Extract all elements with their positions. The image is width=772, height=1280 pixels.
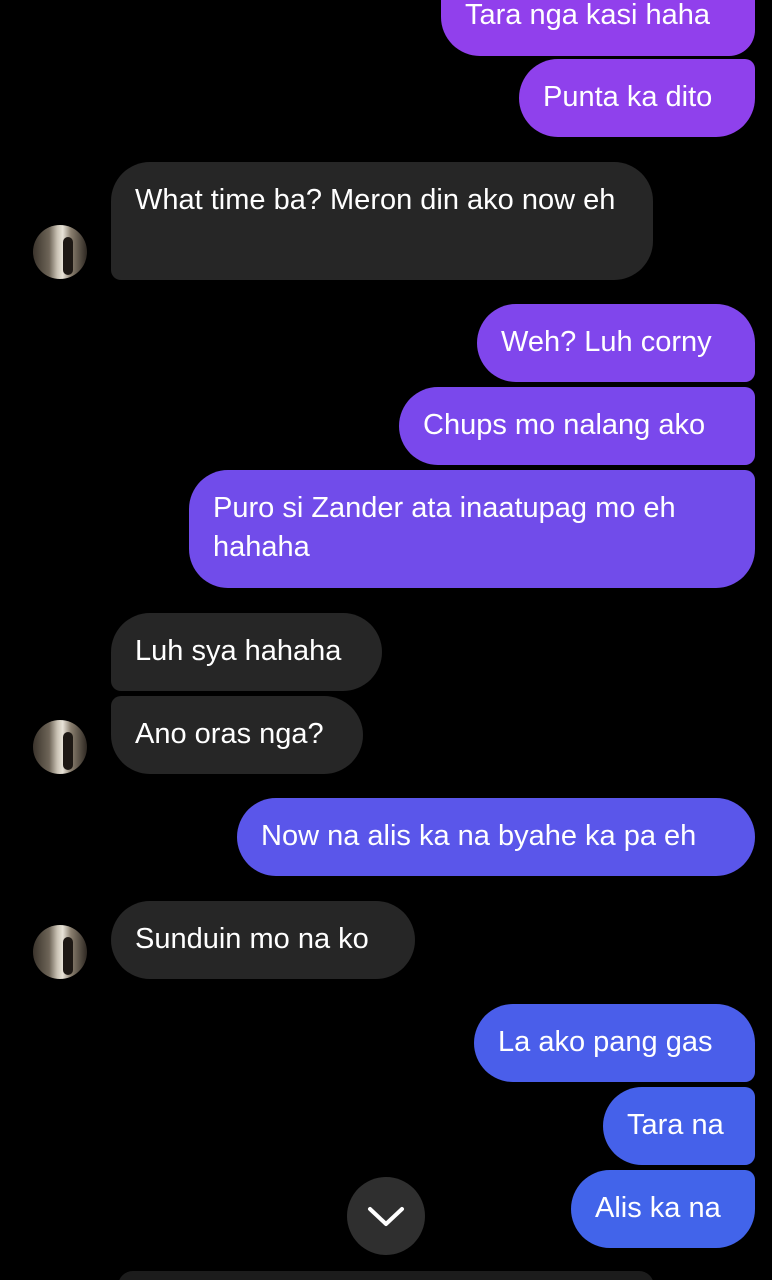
chevron-down-icon — [368, 1207, 404, 1226]
message-bubble-incoming[interactable]: Ano oras nga? — [111, 696, 363, 774]
message-bubble-outgoing[interactable]: Weh? Luh corny — [477, 304, 755, 382]
message-bubble-incoming[interactable]: Sunduin mo na ko — [111, 901, 415, 979]
contact-avatar[interactable] — [33, 225, 87, 279]
contact-avatar[interactable] — [33, 925, 87, 979]
message-bubble-outgoing[interactable]: Alis ka na — [571, 1170, 755, 1248]
scroll-to-bottom-button[interactable] — [347, 1177, 425, 1255]
message-bubble-outgoing[interactable]: Chups mo nalang ako — [399, 387, 755, 465]
message-bubble-outgoing[interactable]: Now na alis ka na byahe ka pa eh — [237, 798, 755, 876]
message-bubble-outgoing[interactable]: Puro si Zander ata inaatupag mo eh hahah… — [189, 470, 755, 588]
message-bubble-incoming[interactable]: Luh sya hahaha — [111, 613, 382, 691]
message-bubble-outgoing[interactable]: La ako pang gas — [474, 1004, 755, 1082]
message-bubble-outgoing[interactable]: Punta ka dito — [519, 59, 755, 137]
message-bubble-outgoing[interactable]: Tara nga kasi haha — [441, 0, 755, 56]
message-composer[interactable] — [118, 1271, 654, 1280]
contact-avatar[interactable] — [33, 720, 87, 774]
message-bubble-incoming[interactable]: What time ba? Meron din ako now eh — [111, 162, 653, 280]
message-bubble-outgoing[interactable]: Tara na — [603, 1087, 755, 1165]
